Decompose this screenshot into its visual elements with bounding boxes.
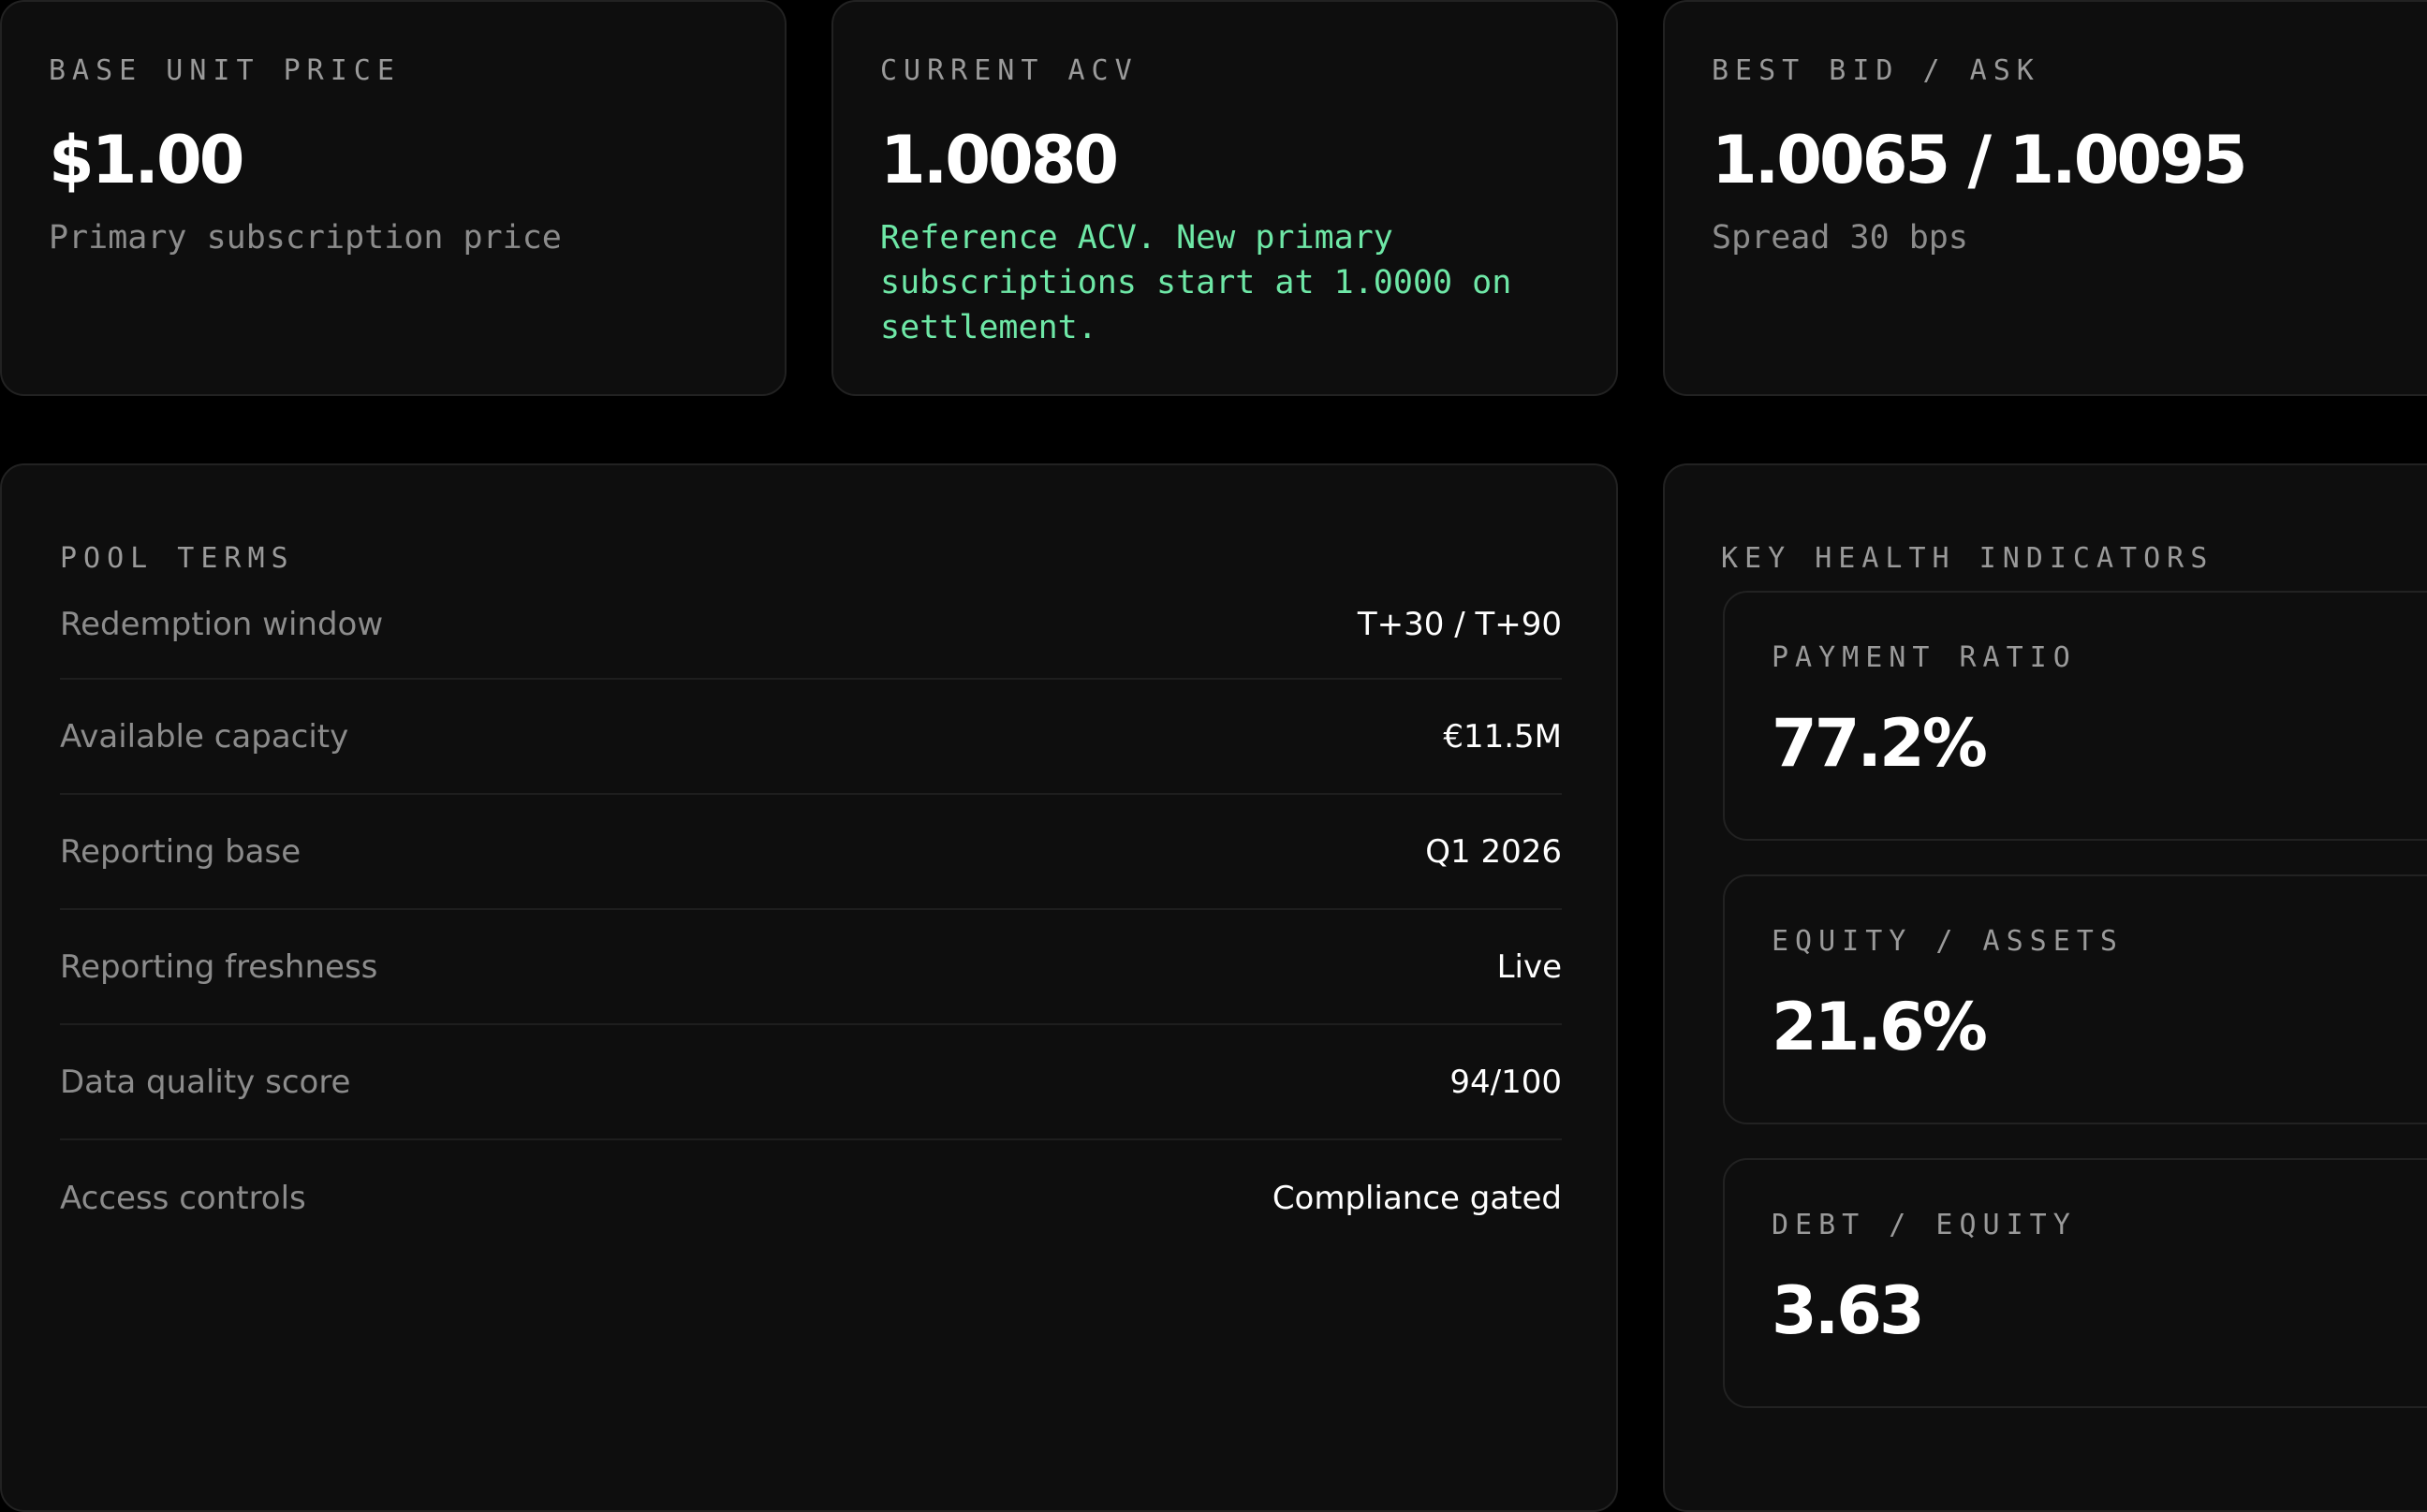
term-value: Q1 2026 — [1425, 832, 1562, 871]
term-label: Reporting freshness — [60, 947, 378, 986]
pool-terms-title: POOL TERMS — [60, 542, 295, 575]
best-bid-ask-value: 1.0065 / 1.0095 — [1712, 122, 2248, 198]
key-health-indicators-card: KEY HEALTH INDICATORS PAYMENT RATIO 77.2… — [1663, 463, 2427, 1512]
term-label: Access controls — [60, 1179, 306, 1217]
term-row-access-controls: Access controls Compliance gated — [60, 1140, 1562, 1255]
term-row-data-quality-score: Data quality score 94/100 — [60, 1025, 1562, 1140]
base-unit-price-caption: Primary subscription price — [49, 219, 562, 257]
term-label: Redemption window — [60, 606, 384, 643]
debt-equity-label: DEBT / EQUITY — [1772, 1209, 2077, 1241]
best-bid-ask-card: BEST BID / ASK 1.0065 / 1.0095 Spread 30… — [1663, 0, 2427, 396]
current-acv-label: CURRENT ACV — [880, 54, 1139, 87]
debt-equity-card: DEBT / EQUITY 3.63 — [1723, 1158, 2427, 1408]
base-unit-price-label: BASE UNIT PRICE — [49, 54, 401, 87]
equity-assets-card: EQUITY / ASSETS 21.6% — [1723, 874, 2427, 1124]
current-acv-caption: Reference ACV. New primary subscriptions… — [880, 219, 1512, 346]
term-value: €11.5M — [1443, 717, 1562, 756]
pool-terms-list: Redemption window T+30 / T+90 Available … — [60, 590, 1562, 1255]
term-value: T+30 / T+90 — [1357, 606, 1562, 643]
term-value: Compliance gated — [1272, 1179, 1562, 1217]
equity-assets-value: 21.6% — [1772, 989, 1988, 1065]
term-value: 94/100 — [1449, 1063, 1562, 1101]
base-unit-price-value: $1.00 — [49, 122, 244, 198]
term-label: Data quality score — [60, 1063, 351, 1101]
term-row-available-capacity: Available capacity €11.5M — [60, 680, 1562, 795]
pool-terms-card: POOL TERMS Redemption window T+30 / T+90… — [0, 463, 1618, 1512]
equity-assets-label: EQUITY / ASSETS — [1772, 925, 2124, 958]
key-health-indicators-title: KEY HEALTH INDICATORS — [1721, 542, 2214, 575]
current-acv-card: CURRENT ACV 1.0080 Reference ACV. New pr… — [831, 0, 1618, 396]
best-bid-ask-label: BEST BID / ASK — [1712, 54, 2040, 87]
base-unit-price-card: BASE UNIT PRICE $1.00 Primary subscripti… — [0, 0, 787, 396]
payment-ratio-label: PAYMENT RATIO — [1772, 641, 2077, 674]
payment-ratio-card: PAYMENT RATIO 77.2% — [1723, 591, 2427, 841]
term-value: Live — [1496, 947, 1562, 986]
term-label: Available capacity — [60, 717, 349, 756]
term-row-redemption-window: Redemption window T+30 / T+90 — [60, 590, 1562, 680]
current-acv-value: 1.0080 — [880, 122, 1119, 198]
term-row-reporting-freshness: Reporting freshness Live — [60, 910, 1562, 1025]
term-label: Reporting base — [60, 832, 302, 871]
term-row-reporting-base: Reporting base Q1 2026 — [60, 795, 1562, 910]
payment-ratio-value: 77.2% — [1772, 705, 1988, 782]
best-bid-ask-caption: Spread 30 bps — [1712, 219, 1968, 257]
debt-equity-value: 3.63 — [1772, 1272, 1925, 1349]
